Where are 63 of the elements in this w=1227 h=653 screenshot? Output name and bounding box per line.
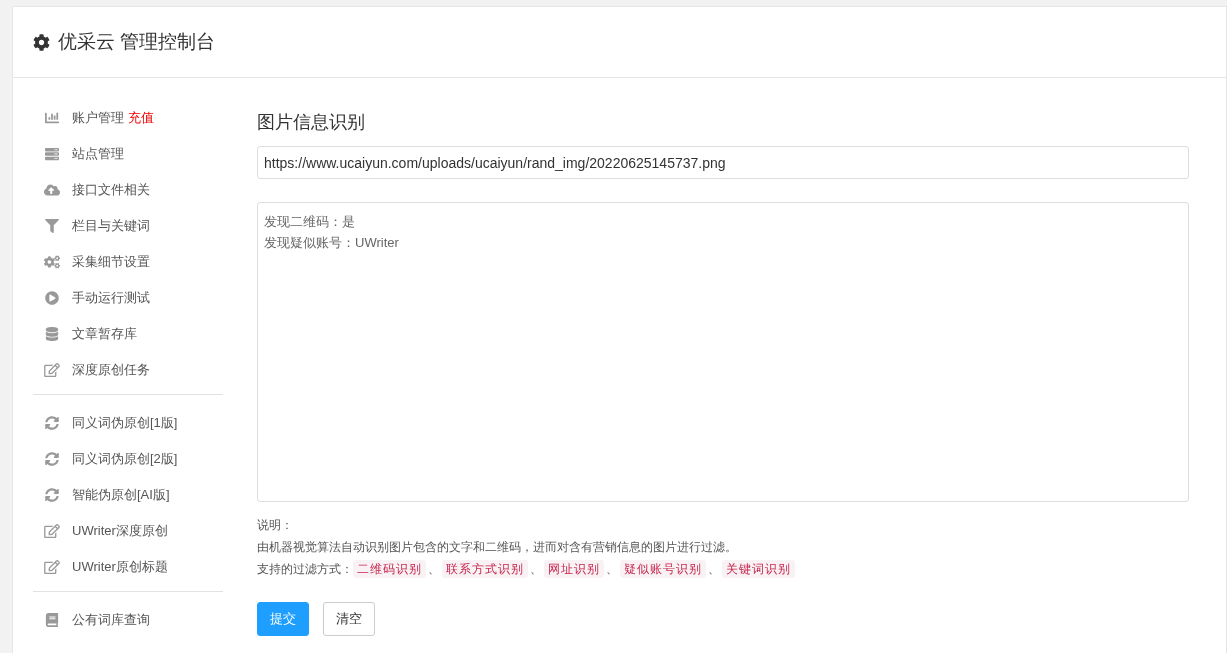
clear-button[interactable]: 清空 (323, 602, 375, 636)
result-box[interactable]: 发现二维码：是 发现疑似账号：UWriter (257, 202, 1189, 502)
recharge-link[interactable]: 充值 (128, 108, 154, 128)
gears-icon (44, 255, 60, 269)
database-icon (44, 327, 60, 341)
sidebar-item[interactable]: 同义词伪原创[2版] (33, 441, 223, 477)
refresh-icon (44, 452, 60, 466)
separator: 、 (530, 561, 542, 578)
sidebar-item[interactable]: UWriter深度原创 (33, 513, 223, 549)
sidebar-label: 公有词库查询 (72, 611, 150, 630)
sidebar-label: 深度原创任务 (72, 361, 150, 380)
sidebar-item[interactable]: 同义词伪原创[1版] (33, 405, 223, 441)
edit-icon (44, 363, 60, 377)
refresh-icon (44, 488, 60, 502)
note-label: 说明： (257, 517, 294, 534)
sidebar-label: UWriter深度原创 (72, 522, 168, 541)
refresh-icon (44, 416, 60, 430)
sidebar-item[interactable]: 深度原创任务 (33, 352, 223, 388)
sidebar-label: 账户管理 (72, 109, 124, 128)
filter-icon (44, 219, 60, 233)
sidebar-label: 接口文件相关 (72, 181, 150, 200)
sidebar-item[interactable]: 智能伪原创[AI版] (33, 477, 223, 513)
sidebar-label: 智能伪原创[AI版] (72, 486, 170, 505)
method-tag: 二维码识别 (353, 560, 426, 578)
sidebar-label: 文章暂存库 (72, 325, 137, 344)
edit-icon (44, 524, 60, 538)
server-icon (44, 147, 60, 161)
sidebar-label: UWriter原创标题 (72, 558, 168, 577)
sidebar-label: 采集细节设置 (72, 253, 150, 272)
sidebar-item[interactable]: 接口文件相关 (33, 172, 223, 208)
method-tag: 网址识别 (544, 560, 604, 578)
separator: 、 (606, 561, 618, 578)
cloud-upload-icon (44, 183, 60, 197)
method-tag: 关键词识别 (722, 560, 795, 578)
method-tag: 疑似账号识别 (620, 560, 706, 578)
console-title: 优采云 管理控制台 (58, 29, 216, 54)
play-icon (44, 291, 60, 305)
methods-label: 支持的过滤方式： (257, 561, 353, 578)
separator: 、 (708, 561, 720, 578)
sidebar-label: 栏目与关键词 (72, 217, 150, 236)
book-icon (44, 613, 60, 627)
bar-chart-icon (44, 111, 60, 125)
method-tag: 联系方式识别 (442, 560, 528, 578)
edit-icon (44, 560, 60, 574)
sidebar-item[interactable]: 站点管理 (33, 136, 223, 172)
sidebar-item[interactable]: 采集细节设置 (33, 244, 223, 280)
sidebar-label: 手动运行测试 (72, 289, 150, 308)
sidebar-item[interactable]: 手动运行测试 (33, 280, 223, 316)
sidebar-item[interactable]: 账户管理 充值 (33, 100, 223, 136)
page-title: 图片信息识别 (257, 111, 366, 134)
separator: 、 (428, 561, 440, 578)
result-line: 发现疑似账号：UWriter (264, 234, 400, 252)
settings-icon (33, 33, 50, 51)
sidebar-label: 站点管理 (72, 145, 124, 164)
sidebar-label: 同义词伪原创[1版] (72, 414, 178, 433)
note-text: 由机器视觉算法自动识别图片包含的文字和二维码，进而对含有营销信息的图片进行过滤。 (257, 539, 738, 556)
result-line: 发现二维码：是 (264, 213, 356, 231)
url-field[interactable]: https://www.ucaiyun.com/uploads/ucaiyun/rand_img/20220625145737.png (257, 146, 1189, 179)
sidebar-item[interactable]: 公有词库查询 (33, 602, 223, 638)
sidebar-item[interactable]: 栏目与关键词 (33, 208, 223, 244)
sidebar-item[interactable]: 文章暂存库 (33, 316, 223, 352)
sidebar-label: 同义词伪原创[2版] (72, 450, 178, 469)
sidebar-item[interactable]: UWriter原创标题 (33, 549, 223, 585)
